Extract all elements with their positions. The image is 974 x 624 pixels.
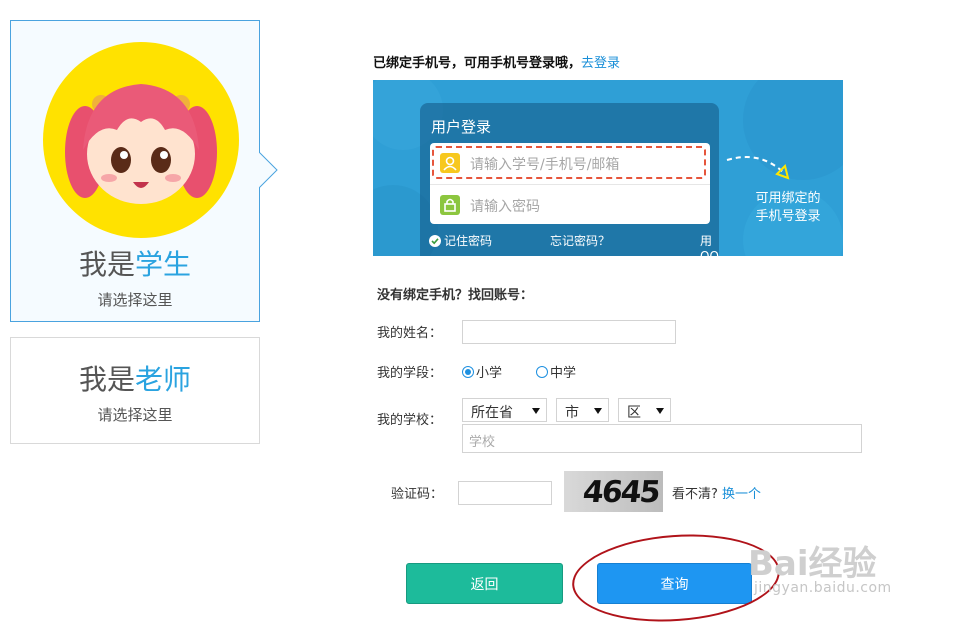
grade-radio-primary[interactable]: 小学: [462, 362, 502, 381]
bind-phone-hint: 可用绑定的 手机号登录: [755, 191, 821, 224]
captcha-refresh: 看不清? 换一个: [672, 487, 762, 502]
chevron-down-icon: [532, 408, 540, 414]
district-select[interactable]: 区: [618, 398, 671, 422]
bound-phone-notice: 已绑定手机号，可用手机号登录哦，去登录: [373, 56, 621, 71]
lock-icon: [440, 195, 460, 215]
forgot-password-link[interactable]: 忘记密码？: [550, 232, 610, 249]
role-card-teacher[interactable]: 我是老师 请选择这里: [10, 337, 260, 444]
qq-login-link[interactable]: 用QQ登陆: [700, 232, 719, 256]
role-title-teacher: 我是老师: [78, 363, 192, 396]
grade-label: 我的学段：: [377, 366, 443, 381]
province-select[interactable]: 所在省: [462, 398, 547, 422]
captcha-label: 验证码：: [391, 487, 444, 502]
recover-section-title: 没有绑定手机？找回账号：: [377, 288, 534, 303]
check-icon: [429, 234, 441, 247]
baidu-jingyan-watermark: Bai经验 jingyan.baidu.com: [748, 536, 928, 606]
grade-radio-middle[interactable]: 中学: [536, 362, 576, 381]
user-icon: [440, 153, 460, 173]
watermark-brand: Bai经验: [748, 544, 877, 584]
role-card-student[interactable]: 我是学生 请选择这里: [10, 20, 260, 322]
role-title-student: 我是学生: [78, 248, 192, 281]
name-label: 我的姓名：: [377, 326, 443, 341]
radio-selected-icon: [462, 365, 474, 378]
remember-password[interactable]: 记住密码: [429, 232, 492, 249]
selected-pointer-icon: [259, 152, 278, 188]
captcha-input[interactable]: [458, 481, 552, 505]
login-demo-banner: 用户登录 请输入学号/手机号/邮箱 请输入密码 记住密码 忘记密码？ 用QQ 可…: [373, 80, 843, 256]
password-field[interactable]: 请输入密码: [430, 184, 710, 224]
go-login-link[interactable]: 去登录: [581, 56, 620, 71]
captcha-refresh-link[interactable]: 换一个: [722, 487, 761, 502]
chevron-down-icon: [594, 408, 602, 414]
account-field[interactable]: 请输入学号/手机号/邮箱: [430, 143, 710, 183]
password-placeholder: 请输入密码: [470, 199, 540, 215]
name-input[interactable]: [462, 320, 676, 344]
city-select[interactable]: 市: [556, 398, 609, 422]
role-subtitle-teacher: 请选择这里: [97, 406, 173, 424]
watermark-url: jingyan.baidu.com: [754, 580, 892, 596]
school-input[interactable]: 学校: [462, 424, 862, 453]
captcha-image[interactable]: 4645: [564, 471, 663, 512]
student-avatar: [43, 42, 239, 238]
login-panel-title: 用户登录: [431, 118, 492, 136]
login-panel: 用户登录 请输入学号/手机号/邮箱 请输入密码 记住密码 忘记密码？ 用QQ: [420, 103, 719, 256]
school-label: 我的学校：: [377, 413, 443, 428]
radio-unselected-icon: [536, 365, 548, 378]
back-button[interactable]: 返回: [406, 563, 563, 604]
login-fields: 请输入学号/手机号/邮箱 请输入密码: [430, 143, 710, 224]
account-placeholder: 请输入学号/手机号/邮箱: [470, 157, 620, 173]
role-subtitle-student: 请选择这里: [97, 291, 173, 309]
chevron-down-icon: [656, 408, 664, 414]
dashed-arrow-icon: [726, 156, 790, 180]
